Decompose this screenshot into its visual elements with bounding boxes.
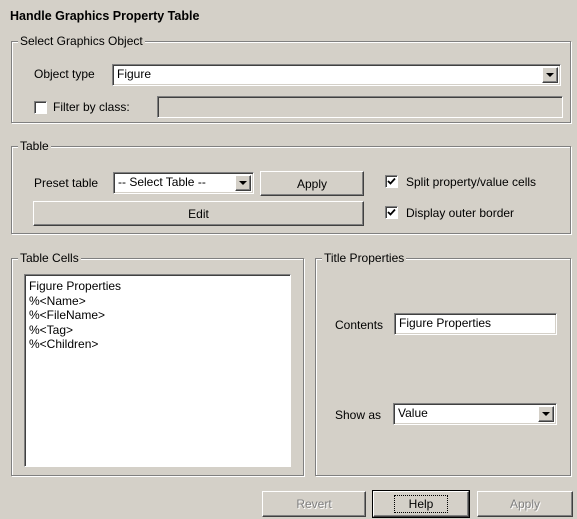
table-cells-list[interactable]: Figure Properties %<Name> %<FileName> %<… <box>24 274 291 467</box>
contents-input[interactable]: Figure Properties <box>394 313 557 335</box>
show-as-label: Show as <box>335 408 382 422</box>
object-type-value: Figure <box>117 67 152 81</box>
list-item[interactable]: %<Name> <box>29 294 286 309</box>
list-item[interactable]: %<Tag> <box>29 323 286 338</box>
edit-label: Edit <box>188 206 209 221</box>
table-cells-legend: Table Cells <box>18 251 81 265</box>
list-item[interactable]: %<Children> <box>29 337 286 352</box>
table-legend: Table <box>18 139 51 153</box>
object-type-label: Object type <box>34 67 95 81</box>
split-cells-checkbox[interactable] <box>385 175 398 188</box>
list-item[interactable]: %<FileName> <box>29 308 286 323</box>
object-type-dropdown-button[interactable] <box>542 67 558 83</box>
show-as-value: Value <box>398 406 428 420</box>
show-as-dropdown[interactable]: Value <box>393 403 557 425</box>
title-properties-legend: Title Properties <box>322 251 407 265</box>
apply-button[interactable]: Apply <box>477 491 573 517</box>
apply-preset-button[interactable]: Apply <box>260 171 364 196</box>
chevron-down-icon <box>546 73 554 77</box>
preset-table-value: -- Select Table -- <box>118 175 206 189</box>
filter-by-class-checkbox[interactable] <box>34 101 47 114</box>
edit-button[interactable]: Edit <box>33 201 364 226</box>
chevron-down-icon <box>542 412 550 416</box>
revert-label: Revert <box>296 497 332 511</box>
filter-by-class-label[interactable]: Filter by class: <box>53 99 130 115</box>
chevron-down-icon <box>239 181 247 185</box>
help-label: Help <box>393 495 449 513</box>
preset-table-dropdown-button[interactable] <box>235 175 251 191</box>
show-as-dropdown-button[interactable] <box>538 406 554 422</box>
outer-border-label[interactable]: Display outer border <box>406 205 514 221</box>
outer-border-checkbox[interactable] <box>385 206 398 219</box>
select-graphics-object-legend: Select Graphics Object <box>18 34 145 48</box>
help-button[interactable]: Help <box>372 490 470 518</box>
filter-by-class-field[interactable] <box>157 96 563 118</box>
list-item[interactable]: Figure Properties <box>29 279 286 294</box>
checkmark-icon <box>387 177 396 185</box>
split-cells-label[interactable]: Split property/value cells <box>406 174 536 190</box>
dialog-title: Handle Graphics Property Table <box>10 9 200 23</box>
apply-preset-label: Apply <box>296 176 328 191</box>
preset-table-label: Preset table <box>34 176 99 190</box>
apply-label: Apply <box>509 497 541 511</box>
object-type-dropdown[interactable]: Figure <box>112 64 561 86</box>
contents-label: Contents <box>335 318 384 332</box>
revert-button[interactable]: Revert <box>262 491 366 517</box>
checkmark-icon <box>387 208 396 216</box>
preset-table-dropdown[interactable]: -- Select Table -- <box>113 172 254 194</box>
title-properties-group: Title Properties <box>315 251 571 476</box>
